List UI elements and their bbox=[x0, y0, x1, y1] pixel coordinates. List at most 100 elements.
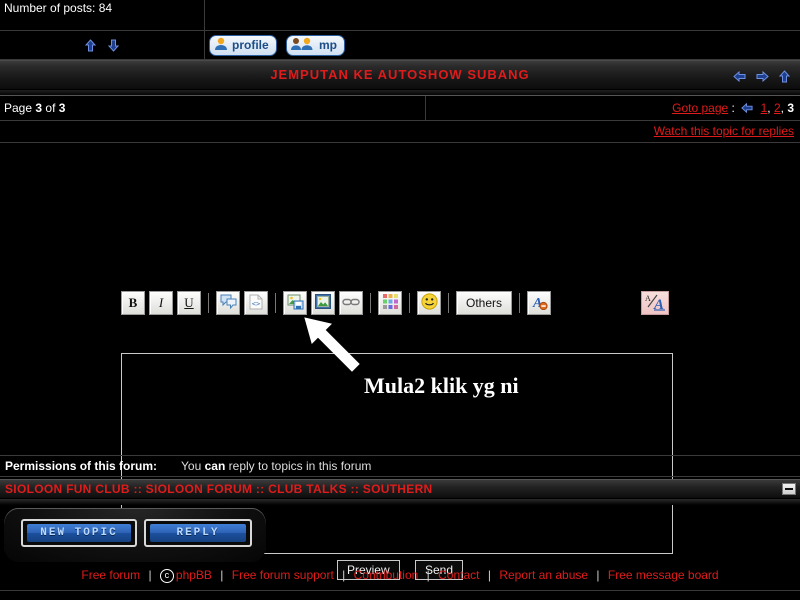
bold-glyph: B bbox=[128, 295, 138, 310]
footer-divider: | bbox=[220, 568, 224, 582]
permissions-text-after: reply to topics in this forum bbox=[225, 459, 372, 473]
breadcrumb-shadow bbox=[0, 499, 800, 505]
footer-divider: | bbox=[596, 568, 600, 582]
user-icon bbox=[213, 37, 229, 54]
copyright-icon: c bbox=[159, 568, 174, 583]
arrow-down-icon[interactable] bbox=[107, 39, 120, 52]
editor-toolbar: B I U <> Others A bbox=[121, 291, 555, 315]
reply-button[interactable]: REPLY bbox=[144, 519, 252, 547]
arrow-up-icon[interactable] bbox=[84, 39, 97, 52]
post-editor: B I U <> Others A A A Mula2 klik yg ni P… bbox=[0, 143, 800, 580]
code-button[interactable]: <> bbox=[244, 291, 268, 315]
goto-colon: : bbox=[731, 100, 735, 115]
footer-divider: | bbox=[148, 568, 152, 582]
image-upload-button[interactable] bbox=[283, 291, 307, 315]
link-icon bbox=[342, 296, 360, 310]
arrow-left-icon[interactable] bbox=[741, 102, 754, 115]
post-actions-cell: profile mp bbox=[204, 30, 800, 60]
toolbar-divider bbox=[208, 293, 209, 313]
code-icon: <> bbox=[248, 294, 264, 313]
new-topic-button-label: NEW TOPIC bbox=[40, 527, 118, 539]
underline-button[interactable]: U bbox=[177, 291, 201, 315]
footer-link-contribution[interactable]: Contribution bbox=[354, 568, 419, 582]
color-button[interactable] bbox=[378, 291, 402, 315]
footer-link-report-abuse[interactable]: Report an abuse bbox=[499, 568, 588, 582]
svg-text:<>: <> bbox=[252, 300, 260, 308]
bottom-actions-panel: NEW TOPIC REPLY bbox=[4, 508, 266, 562]
mp-button[interactable]: mp bbox=[286, 34, 346, 56]
italic-button[interactable]: I bbox=[149, 291, 173, 315]
toolbar-divider bbox=[370, 293, 371, 313]
page-total: 3 bbox=[58, 101, 66, 115]
arrow-up-icon[interactable] bbox=[778, 70, 791, 83]
forum-page: Number of posts: 84 profile mp JEMPUTAN … bbox=[0, 0, 800, 600]
goto-page-label[interactable]: Goto page bbox=[672, 101, 728, 115]
post-scroll-nav-cell bbox=[0, 30, 205, 60]
footer-link-free-forum-support[interactable]: Free forum support bbox=[232, 568, 334, 582]
footer-divider: | bbox=[426, 568, 430, 582]
smiley-icon bbox=[420, 293, 438, 313]
profile-button[interactable]: profile bbox=[209, 34, 277, 56]
mp-button-label: mp bbox=[319, 38, 338, 52]
arrow-right-icon[interactable] bbox=[756, 70, 769, 83]
breadcrumb-separator: :: bbox=[350, 482, 360, 496]
profile-button-label: profile bbox=[232, 38, 269, 52]
toolbar-divider bbox=[275, 293, 276, 313]
svg-text:A: A bbox=[653, 297, 664, 311]
arrow-left-icon[interactable] bbox=[733, 70, 746, 83]
page-comma-2: , bbox=[780, 100, 784, 115]
permissions-text-before: You bbox=[181, 459, 205, 473]
watch-topic-link[interactable]: Watch this topic for replies bbox=[654, 124, 794, 138]
page-current: 3 bbox=[35, 101, 43, 115]
footer-link-free-message-board[interactable]: Free message board bbox=[608, 568, 719, 582]
page-link-2[interactable]: 2 bbox=[774, 101, 781, 115]
breadcrumb-trail: SIOLOON FUN CLUB :: SIOLOON FORUM :: CLU… bbox=[0, 482, 433, 496]
footer-link-free-forum[interactable]: Free forum bbox=[81, 568, 140, 582]
image-save-icon bbox=[287, 294, 304, 313]
breadcrumb-item-0[interactable]: SIOLOON FUN CLUB bbox=[5, 482, 130, 496]
goto-page-cell: Goto page : 1, 2, 3 bbox=[425, 96, 800, 121]
page-prefix: Page bbox=[4, 101, 33, 115]
minus-glyph bbox=[785, 488, 793, 490]
quote-button[interactable] bbox=[216, 291, 240, 315]
underline-glyph: U bbox=[184, 295, 194, 310]
image-button[interactable] bbox=[311, 291, 335, 315]
footer-divider: | bbox=[342, 568, 346, 582]
footer-link-phpbb[interactable]: phpBB bbox=[176, 568, 212, 582]
color-palette-icon bbox=[382, 294, 398, 312]
toolbar-divider bbox=[409, 293, 410, 313]
image-icon bbox=[315, 294, 331, 312]
link-button[interactable] bbox=[339, 291, 363, 315]
pagination-bar: Page 3 of 3 Goto page : 1, 2, 3 bbox=[0, 96, 800, 121]
page-indicator: Page 3 of 3 bbox=[0, 96, 426, 121]
breadcrumb-item-1[interactable]: SIOLOON FORUM bbox=[146, 482, 253, 496]
topic-nav-arrows bbox=[730, 69, 794, 83]
reply-button-face: REPLY bbox=[150, 524, 246, 542]
post-body-cell bbox=[204, 0, 800, 31]
italic-glyph: I bbox=[158, 295, 164, 310]
breadcrumb-item-3[interactable]: SOUTHERN bbox=[363, 482, 433, 496]
others-button[interactable]: Others bbox=[456, 291, 513, 315]
bold-button[interactable]: B bbox=[121, 291, 145, 315]
breadcrumb-separator: :: bbox=[255, 482, 265, 496]
reply-button-label: REPLY bbox=[176, 527, 220, 539]
toolbar-divider bbox=[519, 293, 521, 313]
permissions-label: Permissions of this forum: bbox=[5, 459, 158, 473]
new-topic-button[interactable]: NEW TOPIC bbox=[21, 519, 137, 547]
footer-link-contact[interactable]: Contact bbox=[438, 568, 479, 582]
page-comma-1: , bbox=[767, 100, 771, 115]
watch-topic-row: Watch this topic for replies bbox=[0, 121, 800, 143]
font-size-button[interactable]: A A bbox=[641, 291, 669, 315]
topic-title: JEMPUTAN KE AUTOSHOW SUBANG bbox=[270, 67, 530, 82]
two-users-icon bbox=[290, 37, 316, 54]
font-remove-icon: A bbox=[531, 294, 548, 313]
minus-icon[interactable] bbox=[782, 483, 796, 495]
toolbar-divider bbox=[448, 293, 449, 313]
page-link-3[interactable]: 3 bbox=[787, 101, 794, 115]
annotation-text: Mula2 klik yg ni bbox=[364, 373, 519, 398]
remove-font-button[interactable]: A bbox=[527, 291, 552, 315]
smiley-button[interactable] bbox=[417, 291, 441, 315]
breadcrumb: SIOLOON FUN CLUB :: SIOLOON FORUM :: CLU… bbox=[0, 479, 800, 499]
permissions-text: You can reply to topics in this forum bbox=[157, 459, 371, 473]
breadcrumb-item-2[interactable]: CLUB TALKS bbox=[268, 482, 347, 496]
